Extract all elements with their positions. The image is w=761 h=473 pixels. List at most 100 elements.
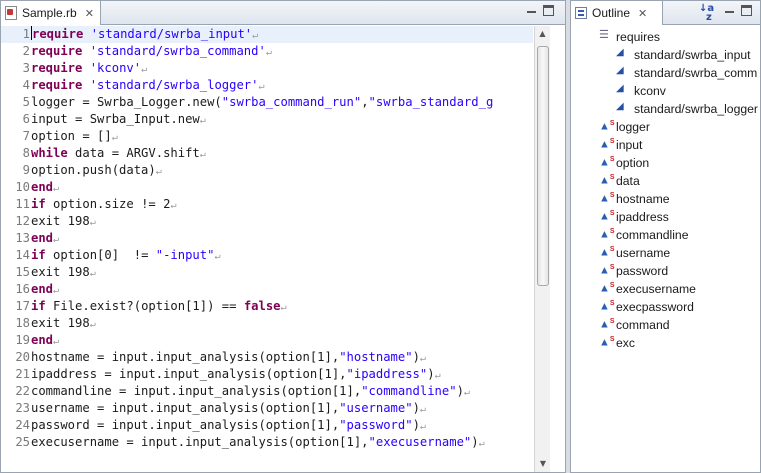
tree-item-label: password — [616, 264, 669, 278]
code-line[interactable]: 17if File.exist?(option[1]) == false↵ — [1, 298, 533, 315]
code-line[interactable]: 7option = []↵ — [1, 128, 533, 145]
end-of-line-marker-icon: ↵ — [170, 200, 177, 211]
line-number: 14 — [15, 248, 30, 262]
code-line[interactable]: 24password = input.input_analysis(option… — [1, 417, 533, 434]
line-number: 4 — [22, 78, 30, 92]
outline-require-item[interactable]: ◢ kconv — [571, 82, 760, 100]
outline-variable-item[interactable]: ▲S option — [571, 154, 760, 172]
end-of-line-marker-icon: ↵ — [53, 234, 60, 245]
line-number: 1 — [22, 27, 30, 41]
maximize-icon[interactable] — [543, 5, 554, 16]
ruby-file-icon — [5, 6, 17, 20]
line-number: 22 — [15, 384, 30, 398]
outline-require-item[interactable]: ◢ standard/swrba_comm — [571, 64, 760, 82]
variable-icon: ▲S — [599, 156, 615, 169]
code-line[interactable]: 11if option.size != 2↵ — [1, 196, 533, 213]
code-line[interactable]: 15exit 198↵ — [1, 264, 533, 281]
sort-alphabetical-icon[interactable]: ↓a z — [699, 4, 714, 23]
outline-variable-item[interactable]: ▲S exc — [571, 334, 760, 352]
tree-item-label: input — [616, 138, 643, 152]
line-number: 6 — [22, 112, 30, 126]
minimize-icon[interactable] — [525, 5, 537, 17]
variable-icon: ▲S — [599, 336, 615, 349]
outline-requires-node[interactable]: ☰ requires — [571, 28, 760, 46]
line-number: 25 — [15, 435, 30, 449]
tab-sample-rb[interactable]: Sample.rb ✕ — [1, 1, 101, 25]
tree-item-label: data — [616, 174, 640, 188]
end-of-line-marker-icon: ↵ — [53, 285, 60, 296]
outline-require-item[interactable]: ◢ standard/swrba_input — [571, 46, 760, 64]
variable-icon: ▲S — [599, 300, 615, 313]
variable-icon: ▲S — [599, 264, 615, 277]
code-text: commandline = input.input_analysis(optio… — [31, 384, 464, 398]
tree-item-label: requires — [616, 30, 661, 44]
code-text: if option[0] != "-input" — [31, 248, 215, 262]
code-line[interactable]: 2require 'standard/swrba_command'↵ — [1, 43, 533, 60]
code-line[interactable]: 9option.push(data)↵ — [1, 162, 533, 179]
end-of-line-marker-icon: ↵ — [214, 251, 221, 262]
outline-variable-item[interactable]: ▲S logger — [571, 118, 760, 136]
outline-variable-item[interactable]: ▲S command — [571, 316, 760, 334]
tree-item-label: kconv — [634, 84, 666, 98]
code-line[interactable]: 21ipaddress = input.input_analysis(optio… — [1, 366, 533, 383]
code-line[interactable]: 25execusername = input.input_analysis(op… — [1, 434, 533, 451]
scrollbar-thumb[interactable] — [537, 46, 549, 286]
end-of-line-marker-icon: ↵ — [199, 149, 206, 160]
minimize-icon[interactable] — [723, 5, 735, 17]
variable-icon: ▲S — [599, 192, 615, 205]
outline-variable-item[interactable]: ▲S data — [571, 172, 760, 190]
code-text: logger = Swrba_Logger.new("swrba_command… — [31, 95, 494, 109]
outline-variable-item[interactable]: ▲S username — [571, 244, 760, 262]
end-of-line-marker-icon: ↵ — [258, 81, 265, 92]
outline-variable-item[interactable]: ▲S commandline — [571, 226, 760, 244]
line-number: 19 — [15, 333, 30, 347]
outline-header: Outline ✕ ↓a z — [571, 1, 760, 25]
editor-window-controls — [525, 5, 554, 17]
outline-variable-item[interactable]: ▲S execpassword — [571, 298, 760, 316]
variable-icon: ▲S — [599, 174, 615, 187]
end-of-line-marker-icon: ↵ — [53, 183, 60, 194]
code-line[interactable]: 20hostname = input.input_analysis(option… — [1, 349, 533, 366]
close-icon[interactable]: ✕ — [85, 7, 94, 20]
vertical-scrollbar[interactable]: ▲ ▼ — [534, 26, 550, 472]
code-line[interactable]: 1 require 'standard/swrba_input'↵ — [1, 26, 533, 43]
end-of-line-marker-icon: ↵ — [419, 404, 426, 415]
variable-icon: ▲S — [599, 228, 615, 241]
end-of-line-marker-icon: ↵ — [252, 30, 259, 41]
overview-ruler — [551, 26, 565, 472]
end-of-line-marker-icon: ↵ — [141, 64, 148, 75]
code-line[interactable]: 19end↵ — [1, 332, 533, 349]
code-line[interactable]: 10end↵ — [1, 179, 533, 196]
code-line[interactable]: 3require 'kconv'↵ — [1, 60, 533, 77]
outline-variable-item[interactable]: ▲S execusername — [571, 280, 760, 298]
code-line[interactable]: 14if option[0] != "-input"↵ — [1, 247, 533, 264]
scroll-down-arrow-icon[interactable]: ▼ — [535, 456, 551, 472]
code-line[interactable]: 8while data = ARGV.shift↵ — [1, 145, 533, 162]
code-line[interactable]: 6input = Swrba_Input.new↵ — [1, 111, 533, 128]
code-line[interactable]: 12exit 198↵ — [1, 213, 533, 230]
outline-variable-item[interactable]: ▲S hostname — [571, 190, 760, 208]
code-line[interactable]: 18exit 198↵ — [1, 315, 533, 332]
code-line[interactable]: 5logger = Swrba_Logger.new("swrba_comman… — [1, 94, 533, 111]
code-text: option.push(data) — [31, 163, 156, 177]
close-icon[interactable]: ✕ — [638, 7, 647, 20]
code-text: require 'kconv' — [31, 61, 142, 75]
maximize-icon[interactable] — [741, 5, 752, 16]
requires-icon: ☰ — [599, 29, 609, 41]
end-of-line-marker-icon: ↵ — [111, 132, 118, 143]
outline-variable-item[interactable]: ▲S input — [571, 136, 760, 154]
code-line[interactable]: 22commandline = input.input_analysis(opt… — [1, 383, 533, 400]
line-number: 12 — [15, 214, 30, 228]
outline-require-item[interactable]: ◢ standard/swrba_logger — [571, 100, 760, 118]
code-editor[interactable]: 1 require 'standard/swrba_input'↵ 2require… — [1, 26, 533, 472]
code-line[interactable]: 16end↵ — [1, 281, 533, 298]
end-of-line-marker-icon: ↵ — [419, 421, 426, 432]
outline-variable-item[interactable]: ▲S password — [571, 262, 760, 280]
code-line[interactable]: 4require 'standard/swrba_logger'↵ — [1, 77, 533, 94]
code-line[interactable]: 13end↵ — [1, 230, 533, 247]
tab-outline[interactable]: Outline ✕ — [571, 1, 663, 25]
outline-variable-item[interactable]: ▲S ipaddress — [571, 208, 760, 226]
scroll-up-arrow-icon[interactable]: ▲ — [535, 26, 550, 42]
tree-item-label: standard/swrba_comm — [634, 66, 758, 80]
code-line[interactable]: 23username = input.input_analysis(option… — [1, 400, 533, 417]
